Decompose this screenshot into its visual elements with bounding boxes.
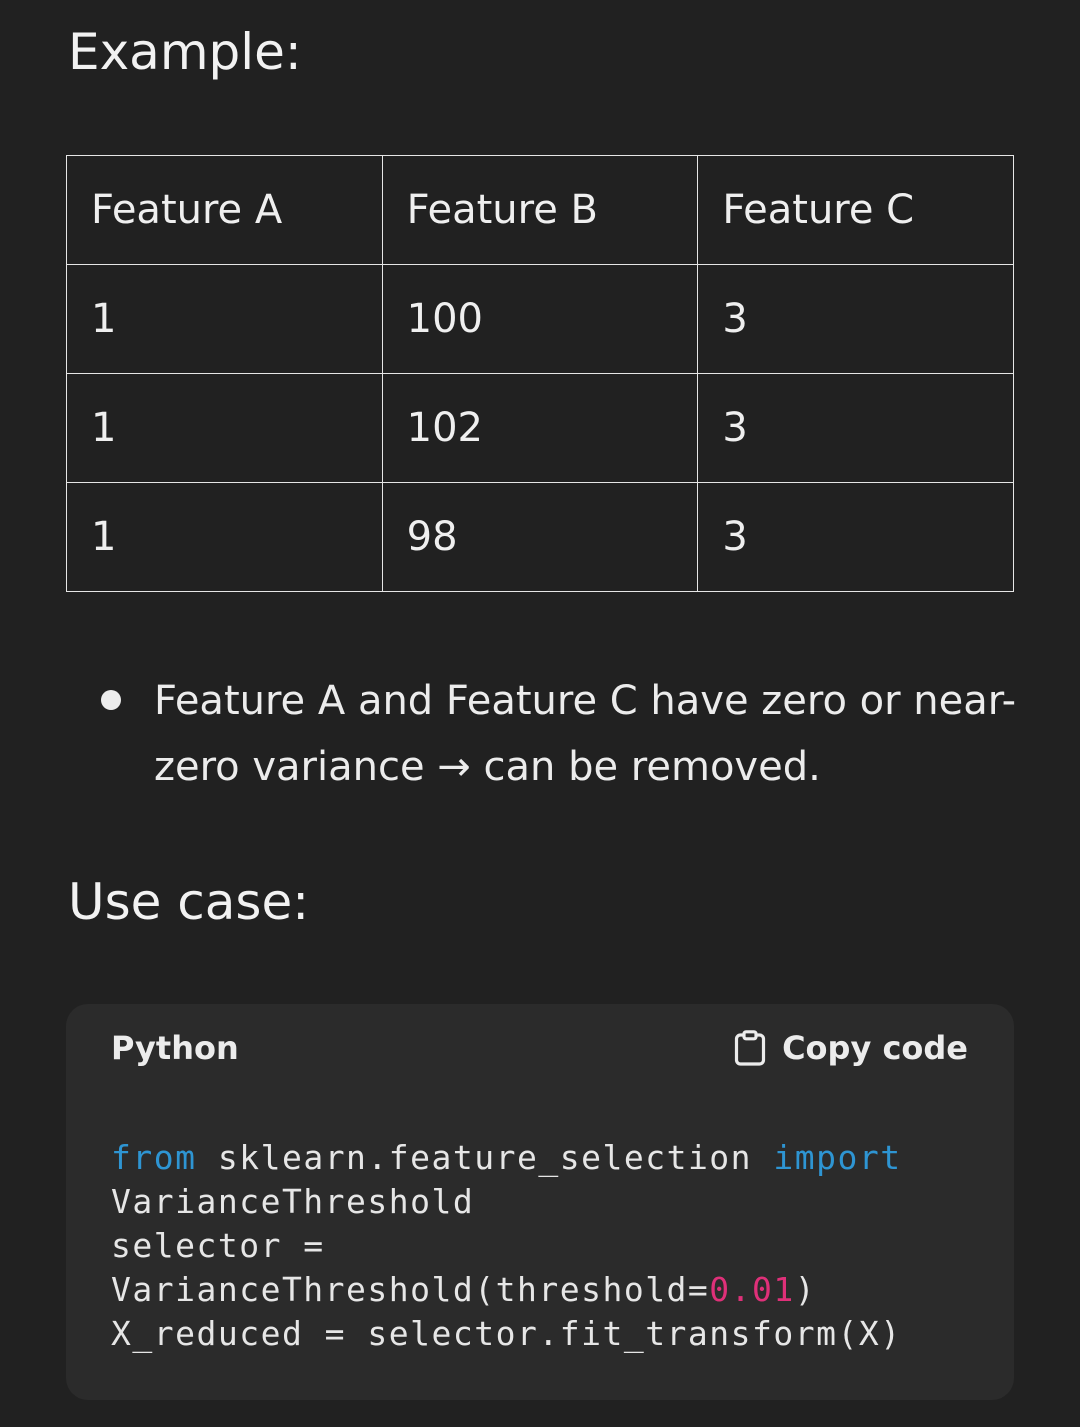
code-text: selector = xyxy=(111,1226,325,1265)
table-row: 1 98 3 xyxy=(66,482,1014,592)
list-item-text: Feature A and Feature C have zero or nea… xyxy=(154,678,1017,790)
list-item: Feature A and Feature C have zero or nea… xyxy=(0,668,1080,800)
code-text: sklearn.feature_selection xyxy=(196,1138,774,1177)
table-header-cell: Feature A xyxy=(66,155,383,265)
table-cell: 102 xyxy=(381,373,699,483)
table-row: 1 100 3 xyxy=(66,264,1014,374)
table-cell: 98 xyxy=(381,482,699,592)
table-header-cell: Feature B xyxy=(381,155,699,265)
bullet-dot-icon xyxy=(101,690,121,710)
table-header-row: Feature A Feature B Feature C xyxy=(66,155,1014,265)
code-text: VarianceThreshold xyxy=(111,1182,475,1221)
code-language-label: Python xyxy=(111,1029,239,1067)
code-block: Python Copy code from sklearn.feature_se… xyxy=(66,1004,1014,1400)
code-keyword: from xyxy=(111,1138,197,1177)
copy-code-button[interactable]: Copy code xyxy=(734,1028,968,1068)
code-text: ) xyxy=(794,1270,817,1309)
table-cell: 3 xyxy=(697,264,1014,374)
table-cell: 100 xyxy=(381,264,699,374)
feature-table: Feature A Feature B Feature C 1 100 3 1 … xyxy=(66,155,1014,592)
code-text: VarianceThreshold(threshold= xyxy=(111,1270,710,1309)
code-text: X_reduced = selector.fit_transform(X) xyxy=(111,1314,902,1353)
example-heading: Example: xyxy=(68,23,302,81)
code-number: 0.01 xyxy=(709,1270,795,1309)
code-content: from sklearn.feature_selection import Va… xyxy=(111,1136,902,1356)
table-cell: 1 xyxy=(66,373,383,483)
table-cell: 3 xyxy=(697,482,1014,592)
table-cell: 1 xyxy=(66,264,383,374)
clipboard-icon xyxy=(734,1030,766,1066)
code-keyword: import xyxy=(773,1138,902,1177)
copy-code-label: Copy code xyxy=(782,1029,968,1067)
table-cell: 1 xyxy=(66,482,383,592)
bullet-list: Feature A and Feature C have zero or nea… xyxy=(0,668,1080,800)
table-cell: 3 xyxy=(697,373,1014,483)
use-case-heading: Use case: xyxy=(68,873,310,931)
table-row: 1 102 3 xyxy=(66,373,1014,483)
table-header-cell: Feature C xyxy=(697,155,1014,265)
